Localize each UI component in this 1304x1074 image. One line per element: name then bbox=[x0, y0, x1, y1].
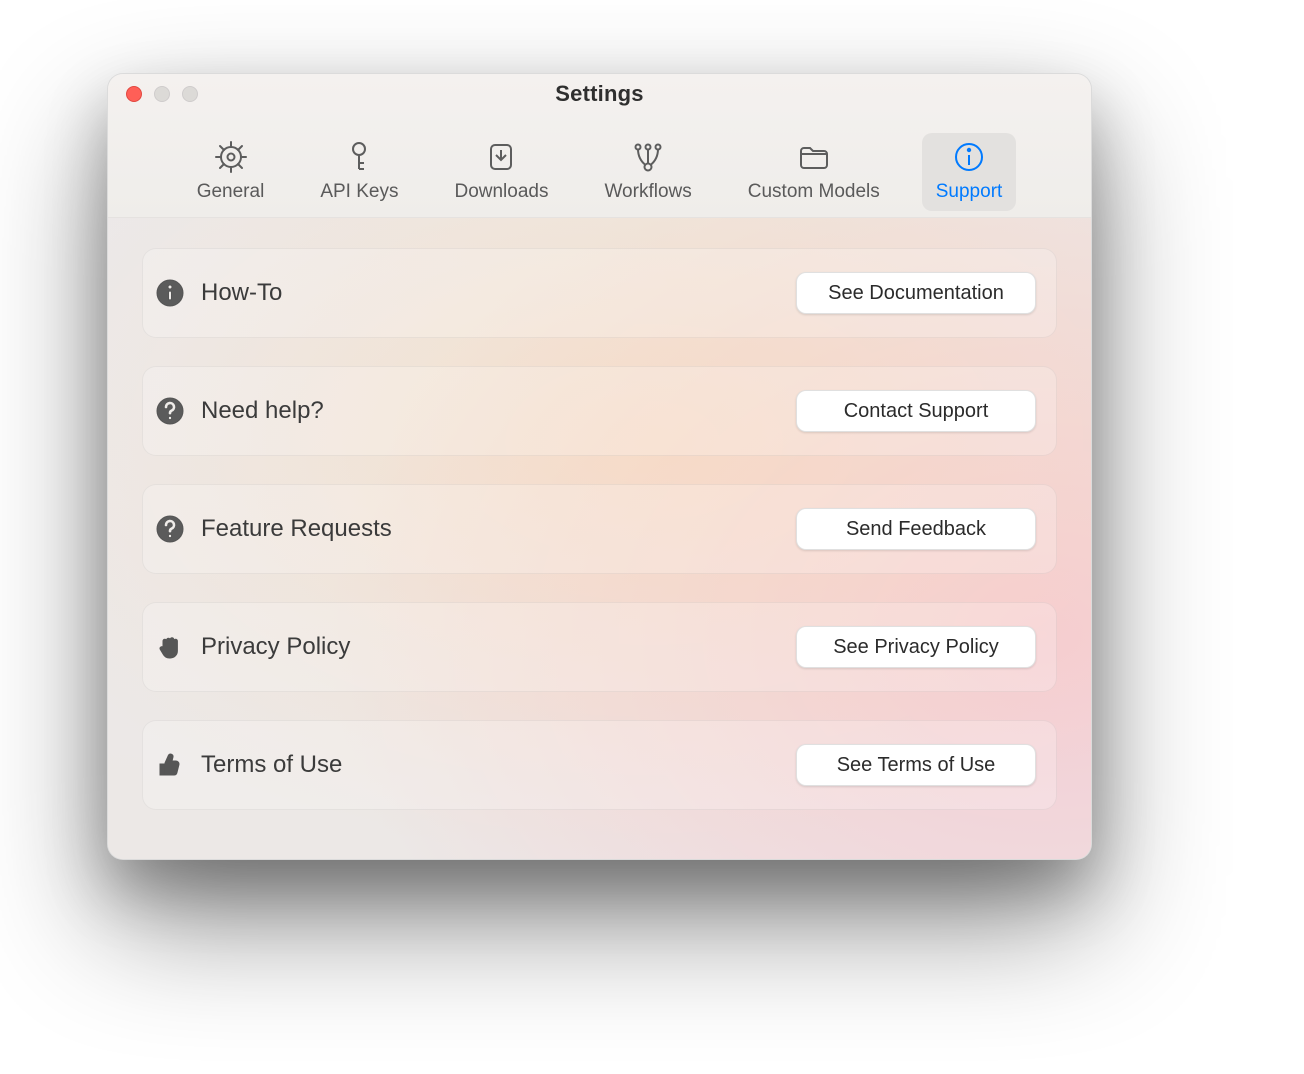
send-feedback-button[interactable]: Send Feedback bbox=[796, 508, 1036, 550]
folder-icon bbox=[796, 139, 832, 175]
key-icon bbox=[341, 139, 377, 175]
see-privacy-policy-button[interactable]: See Privacy Policy bbox=[796, 626, 1036, 668]
row-label: Terms of Use bbox=[201, 751, 342, 779]
tab-custom-models[interactable]: Custom Models bbox=[734, 133, 894, 211]
window-title: Settings bbox=[108, 81, 1091, 107]
support-pane: How-To See Documentation Need help? Cont… bbox=[108, 218, 1091, 859]
tab-support[interactable]: Support bbox=[922, 133, 1017, 211]
tab-label: General bbox=[197, 181, 265, 203]
tab-label: Custom Models bbox=[748, 181, 880, 203]
row-privacy-policy: Privacy Policy See Privacy Policy bbox=[142, 602, 1057, 692]
info-icon bbox=[155, 278, 185, 308]
row-label: Privacy Policy bbox=[201, 633, 350, 661]
tab-label: API Keys bbox=[320, 181, 398, 203]
help-icon bbox=[155, 514, 185, 544]
tab-general[interactable]: General bbox=[183, 133, 279, 211]
gear-icon bbox=[213, 139, 249, 175]
row-label: Need help? bbox=[201, 397, 324, 425]
settings-window: Settings General API Keys bbox=[107, 73, 1092, 860]
contact-support-button[interactable]: Contact Support bbox=[796, 390, 1036, 432]
thumbs-up-icon bbox=[155, 750, 185, 780]
row-feature-requests: Feature Requests Send Feedback bbox=[142, 484, 1057, 574]
hand-icon bbox=[155, 632, 185, 662]
workflow-icon bbox=[630, 139, 666, 175]
row-label: How-To bbox=[201, 279, 282, 307]
row-need-help: Need help? Contact Support bbox=[142, 366, 1057, 456]
help-icon bbox=[155, 396, 185, 426]
row-how-to: How-To See Documentation bbox=[142, 248, 1057, 338]
tab-label: Workflows bbox=[604, 181, 691, 203]
tab-workflows[interactable]: Workflows bbox=[590, 133, 705, 211]
see-terms-of-use-button[interactable]: See Terms of Use bbox=[796, 744, 1036, 786]
download-icon bbox=[483, 139, 519, 175]
toolbar: Settings General API Keys bbox=[108, 74, 1091, 218]
tab-downloads[interactable]: Downloads bbox=[440, 133, 562, 211]
row-terms-of-use: Terms of Use See Terms of Use bbox=[142, 720, 1057, 810]
info-icon bbox=[951, 139, 987, 175]
tab-label: Support bbox=[936, 181, 1003, 203]
tab-label: Downloads bbox=[454, 181, 548, 203]
see-documentation-button[interactable]: See Documentation bbox=[796, 272, 1036, 314]
tab-bar: General API Keys Downloads Workflows bbox=[108, 133, 1091, 211]
tab-api-keys[interactable]: API Keys bbox=[306, 133, 412, 211]
row-label: Feature Requests bbox=[201, 515, 392, 543]
